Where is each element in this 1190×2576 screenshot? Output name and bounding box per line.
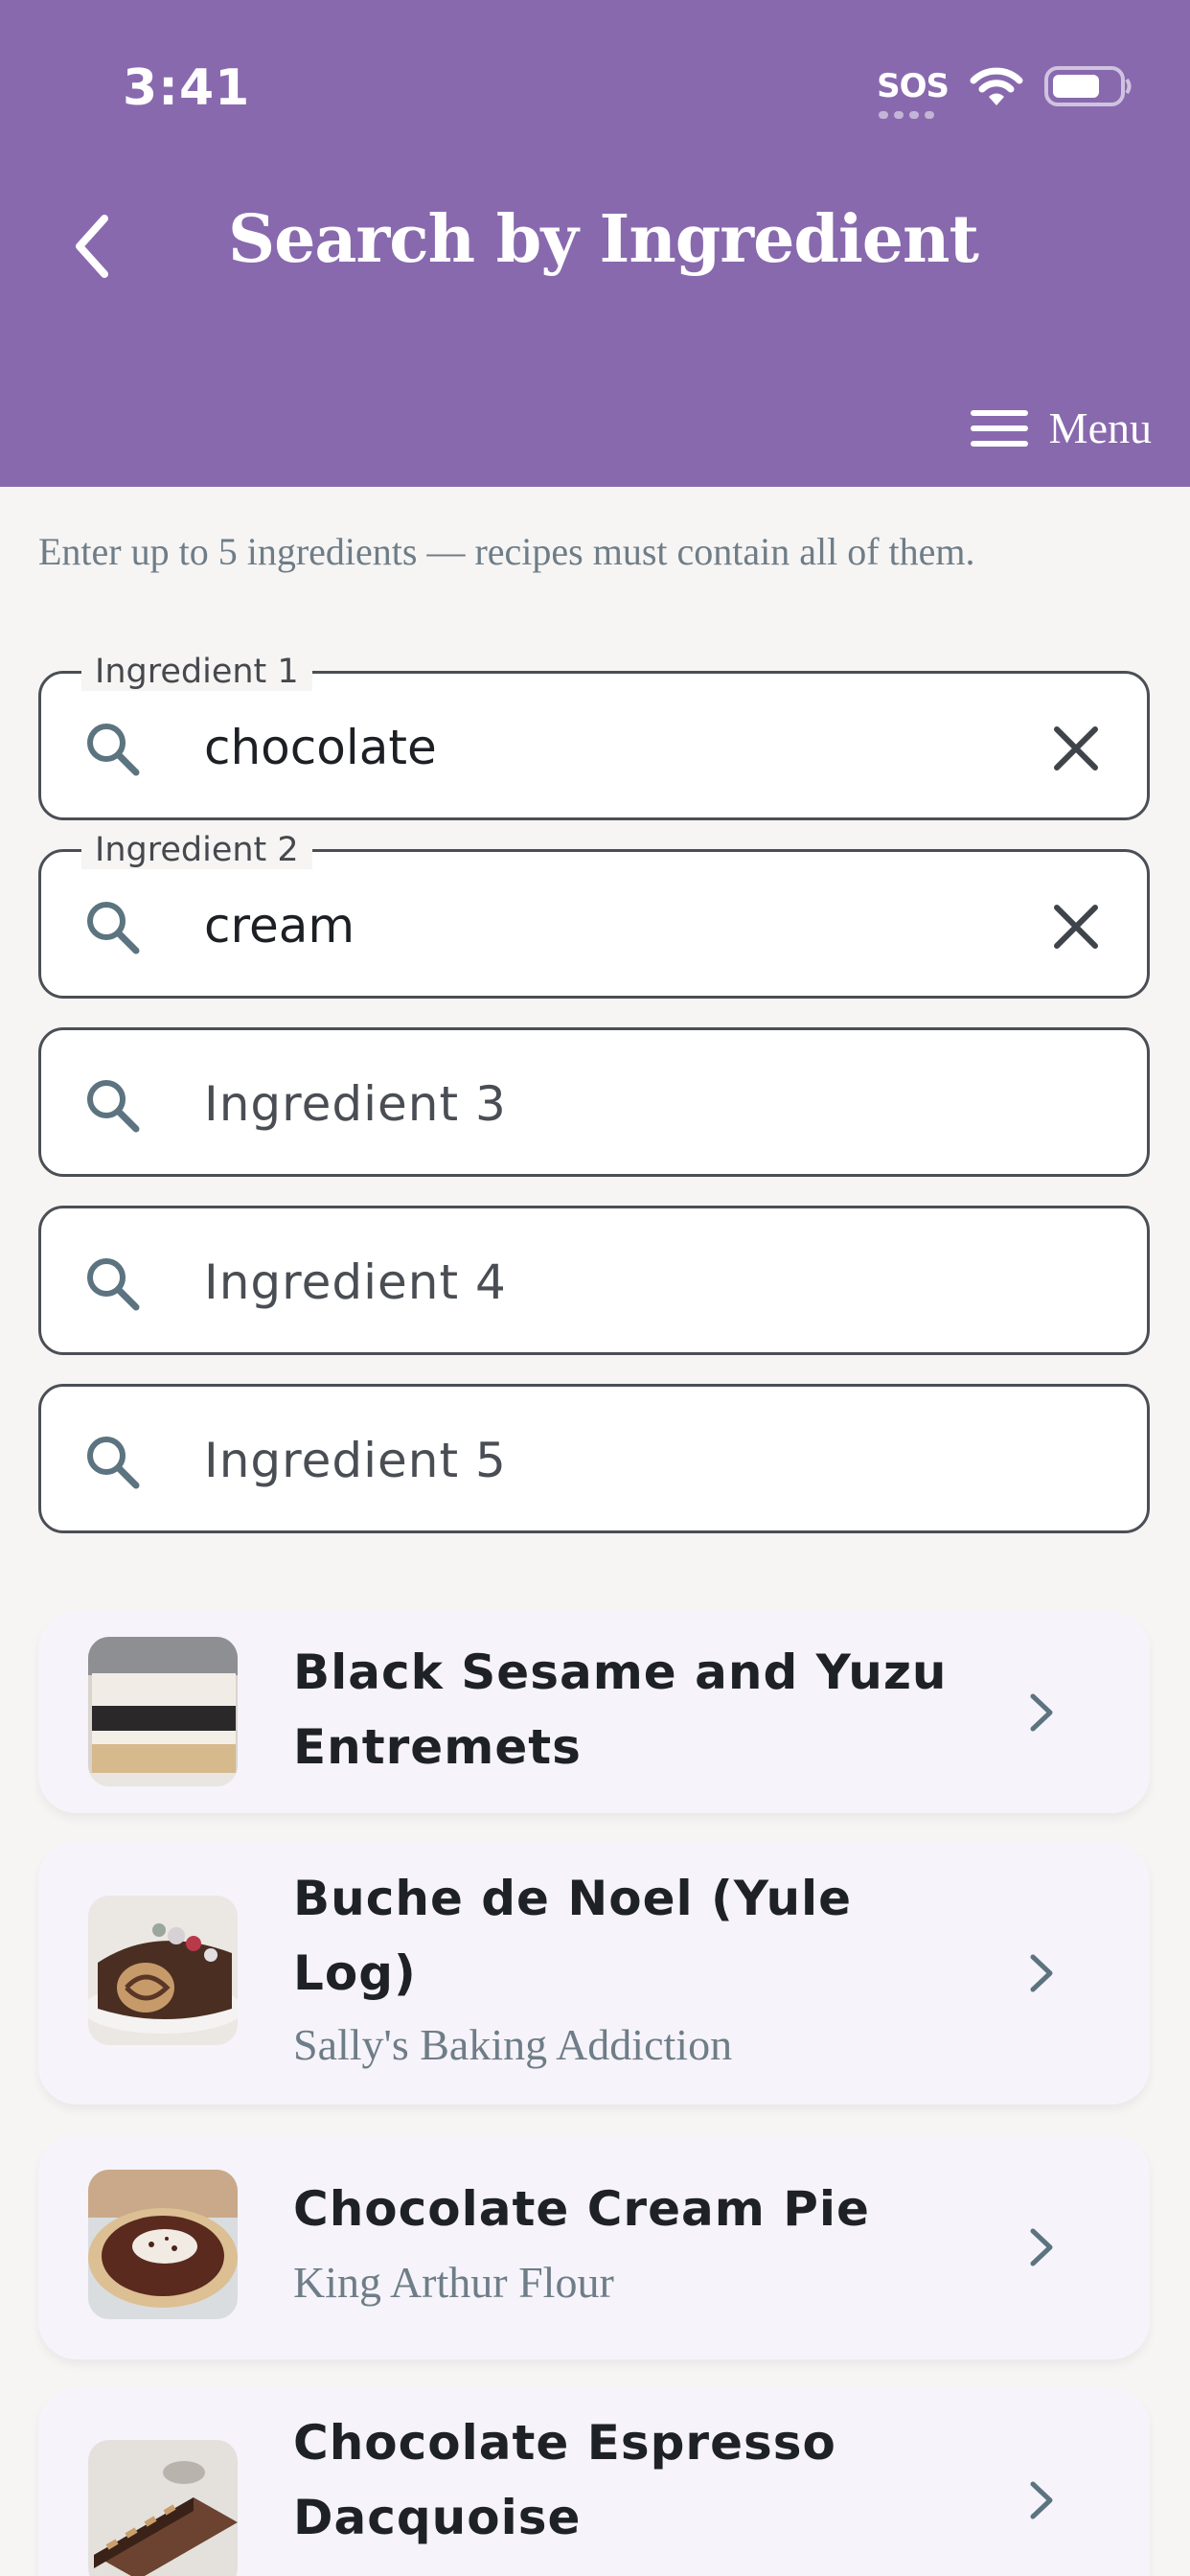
recipe-title-line: Chocolate Espresso <box>293 2415 836 2471</box>
recipe-card-4[interactable]: Chocolate Espresso Dacquoise <box>38 2388 1150 2576</box>
recipe-thumbnail <box>88 2170 238 2319</box>
recipe-title: Chocolate Cream Pie <box>293 2172 964 2246</box>
search-icon <box>87 902 140 954</box>
recipe-thumbnail <box>88 1896 238 2045</box>
signal-dots <box>879 111 935 119</box>
clear-icon[interactable] <box>1051 724 1101 773</box>
recipe-source: King Arthur Flour <box>293 2258 614 2307</box>
recipe-title-line: Buche de Noel (Yule <box>293 1871 853 1926</box>
wifi-icon <box>970 65 1023 107</box>
menu-button[interactable]: Menu <box>970 402 1152 453</box>
ingredient-field-5[interactable]: Ingredient 5 <box>38 1384 1150 1533</box>
recipe-card-1[interactable]: Black Sesame and Yuzu Entremets <box>38 1612 1150 1813</box>
ingredient-input-value[interactable]: chocolate <box>204 716 437 779</box>
recipe-card-2[interactable]: Buche de Noel (Yule Log) Sally's Baking … <box>38 1842 1150 2104</box>
recipe-thumbnail <box>88 1637 238 1786</box>
ingredient-field-3[interactable]: Ingredient 3 <box>38 1027 1150 1177</box>
instructions-text: Enter up to 5 ingredients — recipes must… <box>38 530 975 573</box>
search-icon <box>87 1080 140 1133</box>
page-title: Search by Ingredient <box>228 201 979 278</box>
recipe-card-3[interactable]: Chocolate Cream Pie King Arthur Flour <box>38 2135 1150 2359</box>
recipe-source: Sally's Baking Addiction <box>293 2020 733 2069</box>
status-time: 3:41 <box>123 59 251 117</box>
ingredient-field-1[interactable]: Ingredient 1 chocolate <box>38 653 1150 820</box>
chevron-left-icon <box>76 215 108 278</box>
recipe-title-line: Dacquoise <box>293 2490 582 2545</box>
chevron-right-icon <box>1030 2481 1053 2519</box>
battery-icon <box>1044 65 1133 107</box>
sos-label: SOS <box>877 67 950 105</box>
sos-indicator: SOS <box>877 67 950 119</box>
ingredient-input-value[interactable]: cream <box>204 894 355 957</box>
hamburger-icon <box>970 409 1028 447</box>
search-icon <box>87 1258 140 1311</box>
ingredient-field-label: Ingredient 1 <box>81 653 312 691</box>
back-button[interactable] <box>57 203 125 289</box>
search-icon <box>87 724 140 776</box>
recipe-title-line: Log) <box>293 1945 417 2001</box>
recipe-title-line: Chocolate Cream Pie <box>293 2181 870 2237</box>
chevron-right-icon <box>1030 1954 1053 1992</box>
recipe-title-line: Entremets <box>293 1719 582 1775</box>
recipe-thumbnail <box>88 2440 238 2576</box>
ingredient-field-2[interactable]: Ingredient 2 cream <box>38 831 1150 999</box>
chevron-right-icon <box>1030 1693 1053 1732</box>
recipe-title: Black Sesame and Yuzu Entremets <box>293 1635 964 1784</box>
chevron-right-icon <box>1030 2228 1053 2266</box>
app-header: 3:41 SOS Search by Ingredient Menu <box>0 0 1190 487</box>
ingredient-input-placeholder[interactable]: Ingredient 5 <box>204 1429 507 1492</box>
ingredient-field-label: Ingredient 2 <box>81 831 312 869</box>
status-indicators: SOS <box>877 65 1133 119</box>
recipe-title-line: Black Sesame and Yuzu <box>293 1644 948 1700</box>
recipe-title: Chocolate Espresso Dacquoise <box>293 2405 964 2555</box>
ingredient-field-4[interactable]: Ingredient 4 <box>38 1206 1150 1355</box>
menu-label: Menu <box>1048 403 1152 452</box>
ingredient-input-placeholder[interactable]: Ingredient 4 <box>204 1251 507 1314</box>
ingredient-input-placeholder[interactable]: Ingredient 3 <box>204 1072 507 1136</box>
clear-icon[interactable] <box>1051 902 1101 952</box>
search-icon <box>87 1437 140 1489</box>
recipe-title: Buche de Noel (Yule Log) <box>293 1861 964 2011</box>
